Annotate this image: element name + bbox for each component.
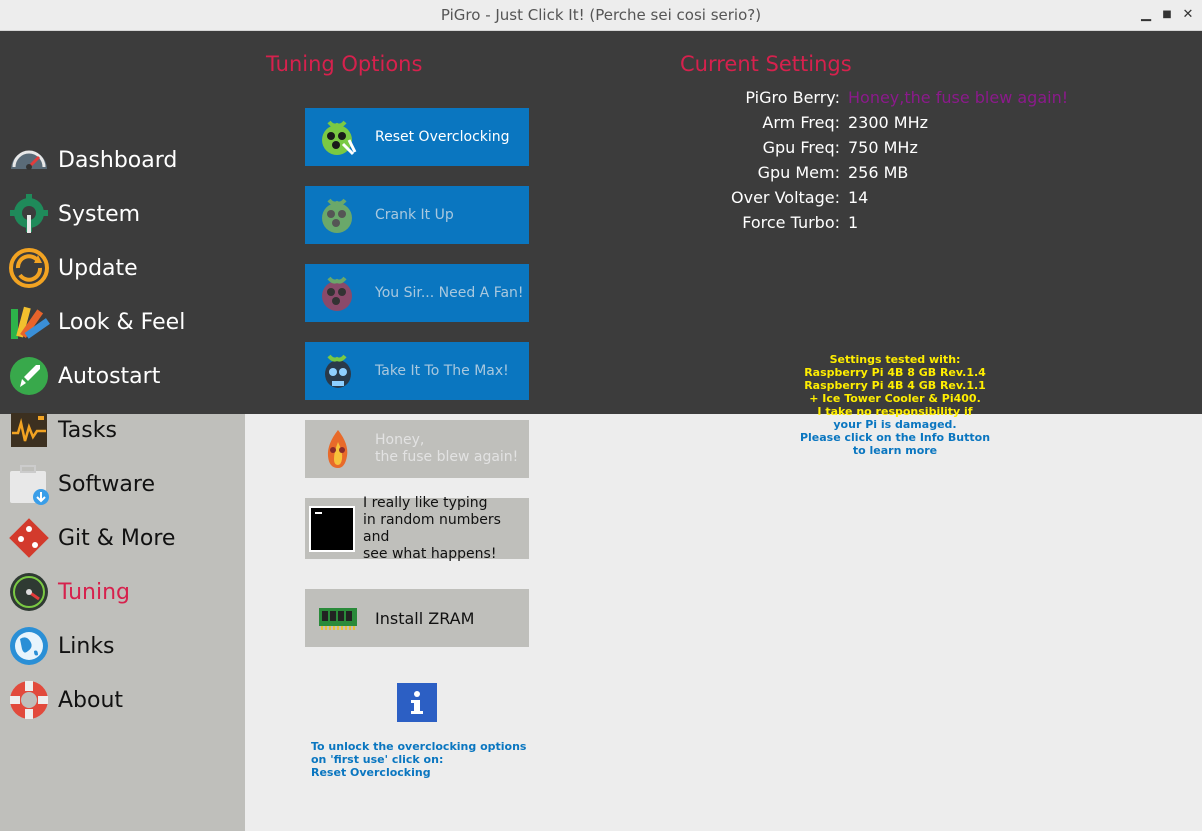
reset-overclocking-button[interactable]: Reset Overclocking	[305, 108, 529, 166]
notice-line: your Pi is damaged.	[833, 418, 957, 431]
setting-value: 14	[848, 188, 869, 207]
window-title: PiGro - Just Click It! (Perche sei cosi …	[440, 6, 762, 24]
fuse-blew-label-line1: Honey,	[375, 432, 425, 448]
sidebar-item-system[interactable]: System	[8, 191, 243, 237]
unlock-instructions: To unlock the overclocking options on 'f…	[311, 740, 526, 779]
info-icon	[411, 690, 423, 714]
gauge-icon	[8, 139, 50, 181]
sidebar-item-label: Software	[58, 471, 155, 497]
sidebar-item-label: Tasks	[58, 417, 117, 443]
raspberry-icon	[315, 192, 361, 238]
info-button[interactable]	[397, 683, 437, 722]
update-icon	[8, 247, 50, 289]
setting-key: Arm Freq:	[762, 113, 840, 132]
setting-value: 750 MHz	[848, 138, 918, 157]
tasks-monitor-icon	[8, 409, 50, 451]
palette-icon	[8, 301, 50, 343]
sidebar-item-label: Git & More	[58, 525, 176, 551]
setting-value: 1	[848, 213, 859, 232]
crank-it-up-label: Crank It Up	[375, 206, 454, 223]
sidebar-item-dashboard[interactable]: Dashboard	[8, 137, 243, 183]
notice-line: Raspberry Pi 4B 4 GB Rev.1.1	[804, 379, 986, 392]
sidebar-item-update[interactable]: Update	[8, 245, 243, 291]
fuse-blew-label-line2: the fuse blew again!	[375, 449, 519, 465]
tuning-options-title: Tuning Options	[266, 52, 423, 76]
close-icon[interactable]: ✕	[1181, 7, 1195, 23]
setting-value: Honey,the fuse blew again!	[848, 88, 1069, 107]
random-numbers-button[interactable]: I really like typing in random numbers a…	[305, 494, 529, 562]
fuse-blew-button[interactable]: Honey, the fuse blew again!	[305, 420, 529, 478]
burning-raspberry-icon	[315, 426, 361, 472]
raspberry-icon	[315, 270, 361, 316]
notice-line: to learn more	[852, 444, 938, 457]
sidebar-item-label: Dashboard	[58, 147, 178, 173]
unlock-line3: Reset Overclocking	[311, 766, 431, 779]
raspberry-icon	[315, 114, 361, 160]
sidebar-item-tasks[interactable]: Tasks	[8, 407, 243, 453]
reset-overclocking-label: Reset Overclocking	[375, 128, 510, 145]
software-bag-icon	[8, 463, 50, 505]
setting-key: Gpu Freq:	[762, 138, 840, 157]
install-zram-label: Install ZRAM	[375, 608, 475, 628]
sidebar-item-tuning[interactable]: Tuning	[8, 569, 243, 615]
sidebar-item-git-more[interactable]: Git & More	[8, 515, 243, 561]
setting-key: PiGro Berry:	[745, 88, 840, 107]
need-a-fan-label: You Sir... Need A Fan!	[375, 284, 524, 301]
notice-line: Settings tested with:	[829, 353, 961, 366]
globe-icon	[8, 625, 50, 667]
notice-line: Please click on the Info Button	[799, 431, 991, 444]
take-it-to-the-max-label: Take It To The Max!	[375, 362, 509, 379]
unlock-line2: on 'first use' click on:	[311, 753, 444, 766]
unlock-line1: To unlock the overclocking options	[311, 740, 527, 753]
rocket-icon	[8, 355, 50, 397]
sidebar-item-label: System	[58, 201, 141, 227]
setting-key: Over Voltage:	[731, 188, 840, 207]
sidebar-item-label: Autostart	[58, 363, 161, 389]
setting-key: Gpu Mem:	[757, 163, 840, 182]
current-settings-title: Current Settings	[680, 52, 852, 76]
sidebar-item-label: Look & Feel	[58, 309, 186, 335]
need-a-fan-button[interactable]: You Sir... Need A Fan!	[305, 264, 529, 322]
sidebar-item-label: Links	[58, 633, 115, 659]
notice-line: Raspberry Pi 4B 8 GB Rev.1.4	[804, 366, 986, 379]
terminal-icon	[309, 505, 355, 552]
sidebar-item-links[interactable]: Links	[8, 623, 243, 669]
take-it-to-the-max-button[interactable]: Take It To The Max!	[305, 342, 529, 400]
lifebuoy-icon	[8, 679, 50, 721]
sidebar-item-autostart[interactable]: Autostart	[8, 353, 243, 399]
title-bar: PiGro - Just Click It! (Perche sei cosi …	[0, 0, 1202, 31]
random-label-line1: I really like typing	[363, 494, 488, 511]
install-zram-button[interactable]: Install ZRAM	[305, 589, 529, 647]
sidebar-item-software[interactable]: Software	[8, 461, 243, 507]
maximize-icon[interactable]: ■	[1160, 7, 1174, 23]
minimize-icon[interactable]: ▁	[1139, 7, 1153, 23]
setting-key: Force Turbo:	[742, 213, 840, 232]
skull-icon	[315, 348, 361, 394]
crank-it-up-button[interactable]: Crank It Up	[305, 186, 529, 244]
sidebar-item-about[interactable]: About	[8, 677, 243, 723]
speedometer-icon	[8, 571, 50, 613]
sidebar-item-label: Tuning	[58, 579, 131, 605]
notice-line: I take no responsibility if	[817, 405, 973, 418]
sidebar-item-label: About	[58, 687, 124, 713]
tested-notice: Settings tested with: Raspberry Pi 4B 8 …	[790, 353, 1000, 457]
gear-wrench-icon	[8, 193, 50, 235]
git-icon	[8, 517, 50, 559]
setting-value: 2300 MHz	[848, 113, 929, 132]
notice-line: + Ice Tower Cooler & Pi400.	[809, 392, 981, 405]
setting-value: 256 MB	[848, 163, 909, 182]
random-label-line3: see what happens!	[363, 545, 497, 562]
sidebar-item-label: Update	[58, 255, 138, 281]
sidebar-item-look-feel[interactable]: Look & Feel	[8, 299, 243, 345]
random-label-line2: in random numbers and	[363, 511, 501, 545]
memory-chip-icon	[315, 595, 361, 641]
